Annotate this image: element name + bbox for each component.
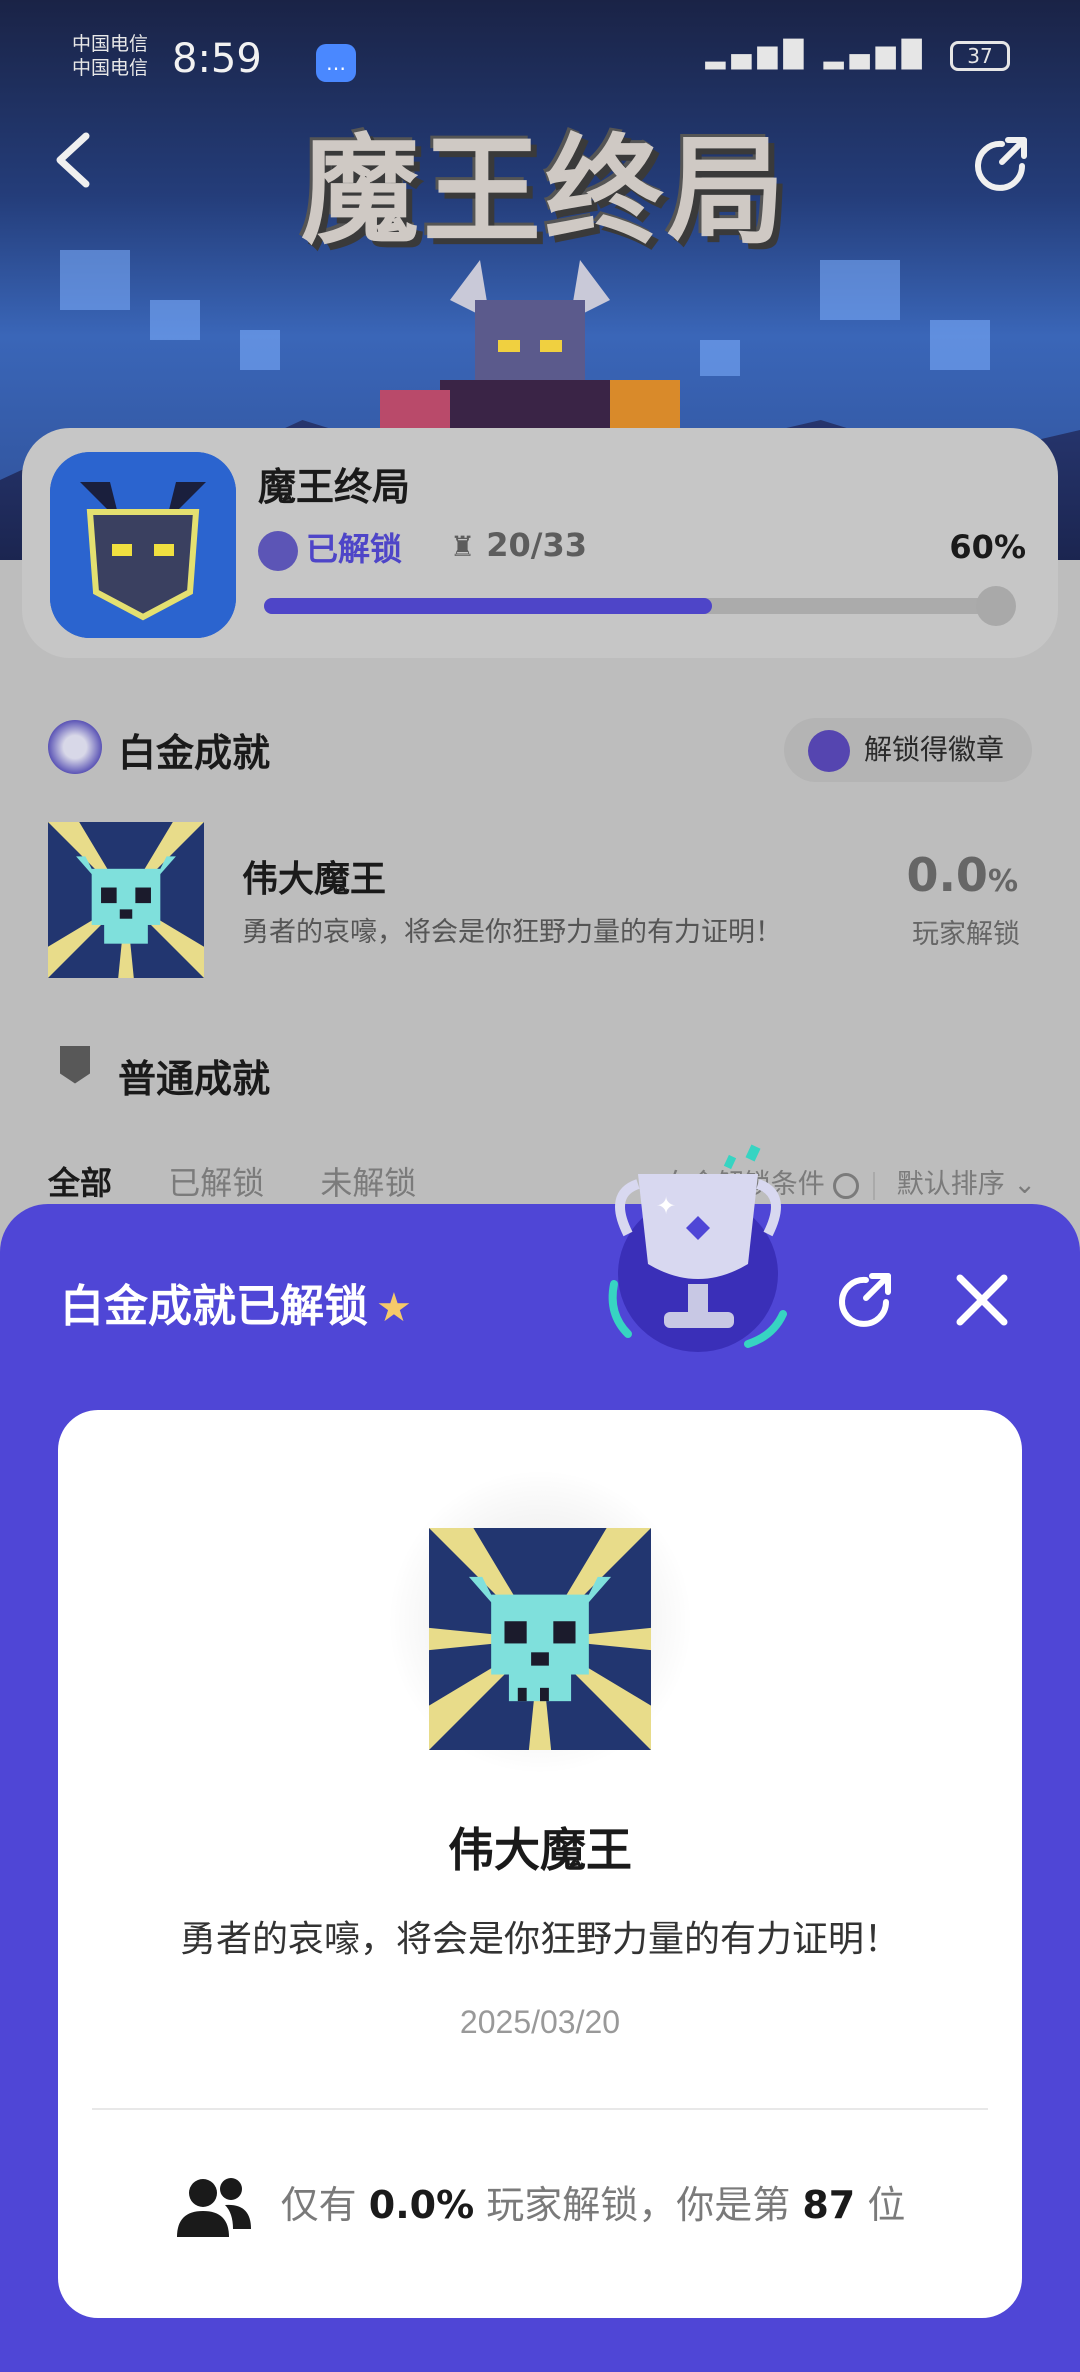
platinum-section-title: 白金成就 <box>118 731 271 775</box>
game-icon <box>50 452 236 638</box>
svg-text:✦: ✦ <box>656 1192 676 1220</box>
game-summary-card[interactable]: 魔王终局 已解锁 ♜ 20/33 60% <box>22 428 1058 658</box>
back-arrow-icon[interactable] <box>48 130 98 190</box>
share-icon[interactable] <box>830 1266 900 1336</box>
unlock-badge-button[interactable]: 解锁得徽章 <box>784 718 1032 782</box>
unlocked-status: 已解锁 <box>258 524 402 571</box>
achievement-detail-card: 伟大魔王 勇者的哀嚎，将会是你狂野力量的有力证明！ 2025/03/20 仅有 … <box>58 1410 1022 2318</box>
game-title: 魔王终局 <box>258 465 411 509</box>
achievement-name: 伟大魔王 <box>448 1823 632 1877</box>
signal-icon: ▂▄▆█ <box>823 40 928 70</box>
status-icons: ▂▄▆█ ▂▄▆█ 37 <box>705 40 1010 71</box>
tab-all[interactable]: 全部 <box>48 1158 112 1204</box>
achievement-image <box>429 1528 651 1750</box>
game-logo-text: 魔王终局 <box>300 122 789 260</box>
chevron-down-icon[interactable]: ⌄ <box>1013 1169 1036 1200</box>
platinum-unlocked-sheet: 白金成就已解锁 ★ ✦ 伟大魔王 勇者的哀嚎，将会是你狂野力量的有力证明！ 20… <box>0 1144 1080 2372</box>
progress-fill <box>264 598 712 614</box>
platinum-trophy-icon <box>258 531 298 571</box>
sort-dropdown[interactable]: 默认排序 <box>897 1169 1005 1200</box>
platinum-unlock-rate-label: 玩家解锁 <box>912 919 1020 950</box>
trophy-illustration-icon: ✦ <box>608 1144 787 1352</box>
info-circle-icon[interactable] <box>832 1172 859 1199</box>
tab-unlocked[interactable]: 已解锁 <box>168 1158 264 1204</box>
progress-end-trophy-icon <box>976 586 1016 626</box>
platinum-achievement-name: 伟大魔王 <box>242 859 387 900</box>
trophy-icon <box>60 1046 90 1084</box>
badge-icon <box>808 730 850 772</box>
message-notification-icon: … <box>316 44 356 82</box>
share-icon[interactable] <box>966 130 1036 200</box>
normal-section-title: 普通成就 <box>118 1057 271 1101</box>
completion-percent: 60% <box>949 528 1026 566</box>
platinum-achievement-image <box>48 822 204 978</box>
star-icon: ★ <box>376 1285 412 1331</box>
platinum-unlock-rate: 0.0% <box>906 848 1018 902</box>
trophy-count: ♜ 20/33 <box>450 526 587 564</box>
unlock-date: 2025/03/20 <box>459 2004 621 2040</box>
divider <box>92 2108 988 2110</box>
achievement-filter-tabs: 全部 已解锁 未解锁 <box>48 1158 462 1204</box>
platinum-trophy-icon <box>48 720 102 774</box>
platinum-achievement-description: 勇者的哀嚎，将会是你狂野力量的有力证明！ <box>242 917 782 948</box>
signal-icon: ▂▄▆█ <box>705 40 810 70</box>
completion-progress-bar <box>264 586 1016 626</box>
status-time: 8:59 <box>172 36 262 82</box>
unlock-rank-summary: 仅有 0.0% 玩家解锁，你是第 87 位 <box>58 2174 1022 2241</box>
trophy-icon: ♜ <box>450 530 476 563</box>
carrier-label: 中国电信 中国电信 <box>72 33 149 79</box>
achievement-description: 勇者的哀嚎，将会是你狂野力量的有力证明！ <box>179 1919 900 1960</box>
status-bar: 中国电信 中国电信 8:59 … ▂▄▆█ ▂▄▆█ 37 <box>0 30 1080 90</box>
demon-character-art <box>380 260 680 440</box>
sheet-title: 白金成就已解锁 ★ <box>60 1281 412 1332</box>
close-icon[interactable] <box>950 1268 1014 1332</box>
battery-icon: 37 <box>950 40 1010 71</box>
tab-locked[interactable]: 未解锁 <box>320 1158 416 1204</box>
people-icon <box>176 2177 251 2237</box>
